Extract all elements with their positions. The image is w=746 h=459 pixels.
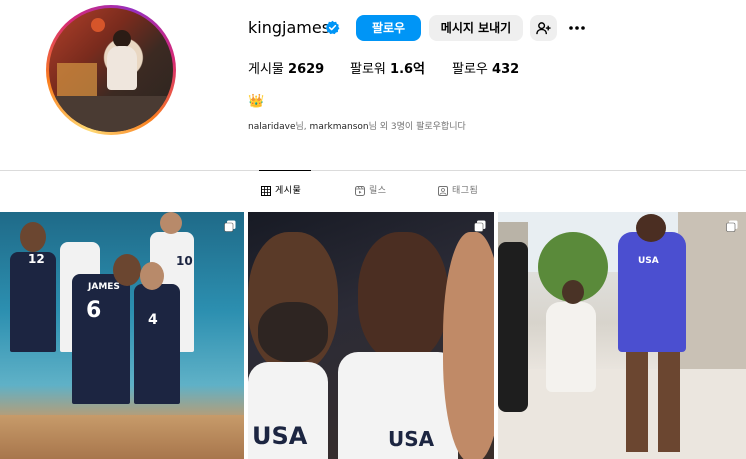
profile-avatar-ring[interactable] xyxy=(46,5,176,135)
followed-by-separator: 님, xyxy=(295,122,310,132)
suggested-users-button[interactable] xyxy=(530,15,557,41)
followers-label: 팔로워 xyxy=(350,62,386,77)
follow-button[interactable]: 팔로우 xyxy=(356,15,421,41)
tab-posts-label: 게시물 xyxy=(275,186,302,196)
street xyxy=(498,369,746,459)
player-background-left xyxy=(10,252,56,352)
followers-count: 1.6억 xyxy=(390,62,426,77)
posts-label: 게시물 xyxy=(248,62,284,77)
basketball-court xyxy=(0,415,244,459)
post-thumbnail-2[interactable]: USA USA xyxy=(248,212,494,459)
jersey-number: 6 xyxy=(86,298,102,323)
tagged-icon xyxy=(438,186,448,196)
bio-crown-emoji: 👑 xyxy=(248,94,265,109)
person-lebron-leg xyxy=(658,352,680,452)
followed-by-name1: nalaridave xyxy=(248,122,296,132)
more-options-icon[interactable] xyxy=(567,18,587,38)
post-thumbnail-1[interactable]: JAMES 6 4 12 10 xyxy=(0,212,244,459)
person-lebron xyxy=(618,232,686,352)
tab-reels-label: 릴스 xyxy=(369,186,387,196)
player-head xyxy=(140,262,164,290)
avatar-ball xyxy=(91,18,105,32)
jersey-number: 10 xyxy=(176,254,193,268)
jersey-name: JAMES xyxy=(88,282,120,292)
add-user-icon xyxy=(536,22,551,35)
person-child-head xyxy=(562,280,584,304)
following-count: 432 xyxy=(492,62,520,77)
following-stat[interactable]: 팔로우 432 xyxy=(452,62,519,78)
message-button[interactable]: 메시지 보내기 xyxy=(429,15,523,41)
posts-count: 2629 xyxy=(288,62,325,77)
verified-badge-icon xyxy=(325,20,340,35)
tab-tagged-label: 태그됨 xyxy=(452,186,479,196)
person-left xyxy=(498,242,528,412)
grid-icon xyxy=(261,186,271,196)
player-face-right xyxy=(443,232,494,459)
followed-by-text[interactable]: nalaridave님, markmanson님 외 3명이 팔로우합니다 xyxy=(248,121,466,133)
carousel-icon xyxy=(726,220,738,232)
active-tab-indicator xyxy=(259,170,311,171)
player-head xyxy=(160,212,182,234)
player-face-durant xyxy=(358,232,448,362)
carousel-icon xyxy=(224,220,236,232)
person-lebron-leg xyxy=(626,352,648,452)
avatar-person-body xyxy=(107,46,137,90)
avatar[interactable] xyxy=(49,8,173,132)
jersey-text: USA xyxy=(388,427,435,451)
tabs-divider xyxy=(0,170,746,171)
username: kingjames xyxy=(248,18,331,37)
followed-by-suffix: 님 외 3명이 팔로우합니다 xyxy=(368,122,466,132)
posts-count-stat: 게시물 2629 xyxy=(248,62,324,78)
followers-stat[interactable]: 팔로워 1.6억 xyxy=(350,62,425,78)
jersey-number: 4 xyxy=(148,312,158,328)
person-lebron-head xyxy=(636,214,666,242)
shirt-text: USA xyxy=(638,256,659,266)
player-lebron xyxy=(72,274,130,404)
jersey-text: USA xyxy=(252,422,308,450)
followed-by-name2: markmanson xyxy=(309,122,369,132)
person-child xyxy=(546,302,596,392)
player-head xyxy=(20,222,46,252)
building-right xyxy=(678,212,746,392)
carousel-icon xyxy=(474,220,486,232)
player-curry xyxy=(134,284,180,404)
post-thumbnail-3[interactable]: USA xyxy=(498,212,746,459)
reels-icon xyxy=(355,186,365,196)
following-label: 팔로우 xyxy=(452,62,488,77)
avatar-floor xyxy=(49,96,173,132)
player-beard xyxy=(258,302,328,362)
jersey-number: 12 xyxy=(28,252,45,266)
